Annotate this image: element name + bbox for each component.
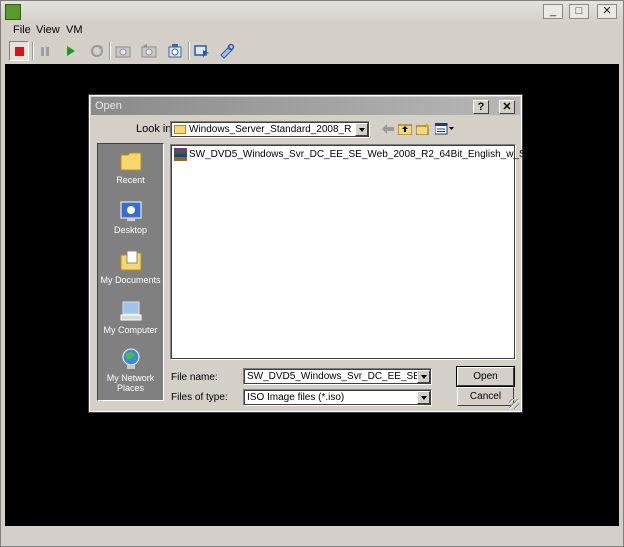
place-label: Desktop xyxy=(113,225,148,235)
open-file-dialog: Open ? ✕ Look in: Windows_Server_Standar… xyxy=(88,94,538,413)
new-folder-icon xyxy=(416,123,430,135)
resize-grip[interactable] xyxy=(509,399,519,409)
file-name-label: File name: xyxy=(171,372,218,383)
look-in-dropdown[interactable]: Windows_Server_Standard_2008_R2_64x xyxy=(170,121,370,138)
reset-button[interactable] xyxy=(87,41,107,61)
console-view-icon xyxy=(194,45,209,58)
close-button[interactable]: ✕ xyxy=(597,4,617,19)
place-label: My Network Places xyxy=(106,373,155,393)
file-list[interactable]: SW_DVD5_Windows_Svr_DC_EE_SE_Web_2008_R2… xyxy=(170,144,538,360)
place-desktop[interactable]: Desktop xyxy=(98,200,163,235)
send-ctrl-alt-del-icon xyxy=(220,43,235,59)
reset-icon xyxy=(91,45,103,57)
file-name-value: SW_DVD5_Windows_Svr_DC_EE_SE_Web_ xyxy=(247,371,417,382)
manage-snapshots-icon xyxy=(168,44,182,58)
chevron-down-icon[interactable] xyxy=(417,391,430,404)
manage-snapshots-button[interactable] xyxy=(165,41,185,61)
look-in-label: Look in: xyxy=(136,123,175,135)
my-computer-icon xyxy=(119,300,143,322)
dialog-title: Open xyxy=(95,100,122,112)
status-bar xyxy=(1,528,623,546)
desktop-icon xyxy=(119,200,143,222)
place-label: Recent xyxy=(116,175,145,185)
pause-button[interactable] xyxy=(35,41,55,61)
toolbar-separator xyxy=(109,42,111,60)
power-off-button[interactable] xyxy=(9,41,29,61)
revert-snapshot-button[interactable] xyxy=(139,41,159,61)
snapshot-icon xyxy=(115,46,131,58)
back-arrow-icon xyxy=(382,124,394,134)
recent-folder-icon xyxy=(119,150,143,172)
toolbar-separator xyxy=(32,42,34,60)
send-ctrl-alt-del-button[interactable] xyxy=(217,41,237,61)
chevron-down-icon[interactable] xyxy=(355,123,368,136)
help-button[interactable]: ? xyxy=(473,100,489,114)
file-type-dropdown[interactable]: ISO Image files (*.iso) xyxy=(243,389,432,406)
maximize-button[interactable]: □ xyxy=(569,4,589,19)
snapshot-button[interactable] xyxy=(113,41,133,61)
open-button[interactable]: Open xyxy=(456,366,515,387)
dialog-title-bar[interactable]: Open ? ✕ xyxy=(91,97,520,115)
pause-icon xyxy=(41,46,49,56)
dialog-close-button[interactable]: ✕ xyxy=(499,100,515,114)
file-type-value: ISO Image files (*.iso) xyxy=(247,392,345,403)
look-in-value: Windows_Server_Standard_2008_R2_64x xyxy=(189,124,351,135)
console-view-button[interactable] xyxy=(192,41,212,61)
menu-vm[interactable]: VM xyxy=(66,24,83,36)
list-item[interactable]: SW_DVD5_Windows_Svr_DC_EE_SE_Web_2008_R2… xyxy=(174,148,538,161)
my-documents-icon xyxy=(119,250,143,272)
menu-bar: File View VM xyxy=(1,23,623,39)
up-folder-button[interactable] xyxy=(397,121,413,137)
chevron-down-icon[interactable] xyxy=(417,370,430,383)
file-name-field[interactable]: SW_DVD5_Windows_Svr_DC_EE_SE_Web_ xyxy=(243,368,432,385)
play-button[interactable] xyxy=(61,41,81,61)
new-folder-button[interactable] xyxy=(415,121,431,137)
back-button[interactable] xyxy=(380,121,396,137)
place-my-computer[interactable]: My Computer xyxy=(98,300,163,335)
title-bar[interactable]: _ □ ✕ xyxy=(1,1,623,23)
menu-view[interactable]: View xyxy=(36,24,60,36)
file-name-text: SW_DVD5_Windows_Svr_DC_EE_SE_Web_2008_R2… xyxy=(189,149,538,160)
view-menu-button[interactable] xyxy=(433,121,457,137)
up-folder-icon xyxy=(398,124,412,135)
cancel-button[interactable]: Cancel xyxy=(457,387,514,406)
play-icon xyxy=(67,46,75,56)
revert-snapshot-icon xyxy=(141,44,157,58)
view-menu-icon xyxy=(435,123,454,135)
file-type-label: Files of type: xyxy=(171,392,228,403)
app-icon xyxy=(5,4,21,20)
minimize-button[interactable]: _ xyxy=(543,4,563,19)
place-recent[interactable]: Recent xyxy=(98,150,163,185)
iso-archive-icon xyxy=(174,148,187,161)
places-bar: Recent Desktop My Documents My Computer … xyxy=(97,143,164,401)
toolbar-separator xyxy=(188,42,190,60)
menu-file[interactable]: File xyxy=(13,24,31,36)
toolbar xyxy=(1,39,623,63)
power-off-icon xyxy=(14,46,24,56)
place-network[interactable]: My Network Places xyxy=(98,348,163,393)
place-my-documents[interactable]: My Documents xyxy=(98,250,163,285)
place-label: My Computer xyxy=(103,325,158,335)
network-places-icon xyxy=(119,348,143,370)
place-label: My Documents xyxy=(100,275,161,285)
folder-icon xyxy=(174,125,186,134)
